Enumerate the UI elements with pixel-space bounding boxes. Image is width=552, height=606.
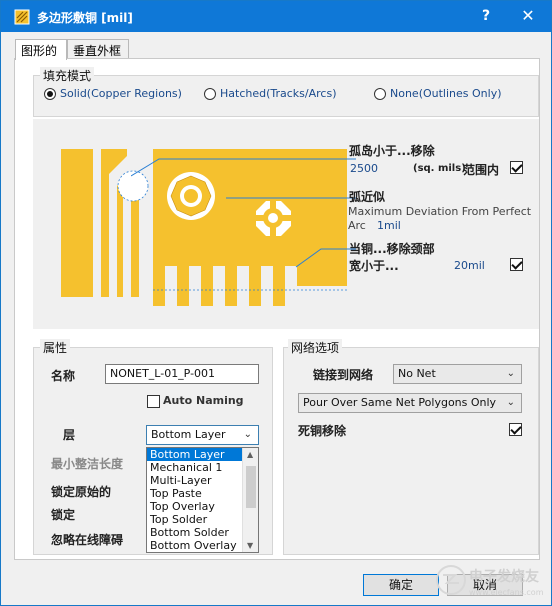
- connect-to-net-label: 链接到网络: [313, 368, 374, 382]
- radio-dot-selected[interactable]: [44, 87, 56, 100]
- neck-label-line2: 宽小于...: [349, 259, 399, 273]
- auto-naming-label: Auto Naming: [163, 394, 244, 407]
- callout-island: [131, 158, 356, 177]
- polygon-pour-dialog: 多边形敷铜 [mil] ? ✕ 图形的 垂直外框 填充模式 Solid(Copp…: [0, 0, 552, 606]
- islands-area-value[interactable]: 2500: [350, 162, 378, 175]
- polygon-name-field[interactable]: NONET_L-01_P-001: [105, 364, 259, 384]
- arc-label: 弧近似: [349, 190, 386, 204]
- scroll-down-icon[interactable]: ▼: [247, 541, 253, 550]
- copper-left-block: [61, 149, 93, 297]
- pour-over-select-value: Pour Over Same Net Polygons Only: [303, 396, 497, 409]
- ok-button[interactable]: 确定: [363, 574, 439, 596]
- radio-dot[interactable]: [374, 87, 386, 100]
- radio-hatched-label: Hatched(Tracks/Arcs): [220, 87, 337, 100]
- title-bar[interactable]: 多边形敷铜 [mil] ? ✕: [1, 1, 551, 32]
- tab-vertices[interactable]: 垂直外框: [67, 39, 129, 59]
- elecfans-watermark: 电子发烧友 www.elecfans.com: [436, 565, 544, 597]
- islands-scope-checkbox[interactable]: [510, 161, 523, 174]
- scroll-up-icon[interactable]: ▲: [247, 450, 253, 459]
- dropdown-scrollbar[interactable]: ▲ ▼: [242, 448, 258, 552]
- radio-solid[interactable]: Solid(Copper Regions): [44, 87, 182, 100]
- tab-graphics[interactable]: 图形的: [15, 39, 67, 60]
- neck-width-value[interactable]: 20mil: [454, 259, 485, 272]
- callout-neck: [295, 248, 356, 268]
- net-select[interactable]: No Net ⌄: [393, 364, 522, 384]
- radio-none-label: None(Outlines Only): [390, 87, 502, 100]
- copper-track: [101, 149, 127, 297]
- pour-over-select[interactable]: Pour Over Same Net Polygons Only ⌄: [298, 393, 522, 413]
- fill-mode-title: 填充模式: [40, 67, 95, 84]
- radio-dot[interactable]: [204, 87, 216, 100]
- ignore-obstacles-label: 忽略在线障碍: [51, 533, 124, 547]
- islands-scope-label: 范围内: [463, 163, 500, 177]
- remove-dead-copper-label: 死铜移除: [298, 424, 347, 438]
- properties-title: 属性: [40, 339, 71, 356]
- layer-dropdown-list[interactable]: Bottom Layer Mechanical 1 Multi-Layer To…: [146, 447, 259, 553]
- islands-label: 孤岛小于...移除: [349, 144, 435, 158]
- close-button[interactable]: ✕: [519, 6, 537, 25]
- layer-select-value: Bottom Layer: [151, 428, 226, 441]
- watermark-brand: 电子发烧友: [469, 568, 539, 585]
- chevron-down-icon: ⌄: [506, 397, 515, 408]
- watermark-logo-mark: [443, 574, 459, 584]
- neck-removal-checkbox[interactable]: [510, 258, 523, 271]
- arc-deviation-value[interactable]: 1mil: [377, 219, 401, 232]
- radio-solid-label: Solid(Copper Regions): [60, 87, 182, 100]
- callout-lines: [131, 158, 356, 268]
- net-select-value: No Net: [398, 367, 436, 380]
- arc-description-suffix: Arc: [348, 219, 366, 232]
- scrollbar-thumb[interactable]: [246, 466, 256, 508]
- watermark-url: www.elecfans.com: [469, 588, 544, 597]
- layer-label: 层: [63, 428, 76, 442]
- layer-select[interactable]: Bottom Layer ⌄: [146, 425, 259, 445]
- neck-label: 当铜...移除颈部: [349, 242, 435, 256]
- min-prim-length-label: 最小整洁长度: [51, 457, 124, 471]
- locked-label: 锁定: [51, 508, 76, 522]
- islands-unit: (sq. mils): [413, 163, 466, 174]
- help-button[interactable]: ?: [479, 8, 493, 24]
- remove-dead-copper-checkbox[interactable]: [509, 423, 522, 436]
- chevron-down-icon: ⌄: [243, 429, 252, 440]
- window-title: 多边形敷铜 [mil]: [37, 11, 133, 25]
- net-options-title: 网络选项: [288, 339, 343, 356]
- polygon-pour-icon: [14, 9, 30, 25]
- radio-none[interactable]: None(Outlines Only): [374, 87, 502, 100]
- lock-primitives-label: 锁定原始的: [51, 485, 112, 499]
- name-label: 名称: [51, 369, 76, 383]
- chevron-down-icon: ⌄: [506, 368, 515, 379]
- radio-hatched[interactable]: Hatched(Tracks/Arcs): [204, 87, 336, 100]
- arc-description: Maximum Deviation From Perfect: [348, 205, 532, 218]
- auto-naming-checkbox[interactable]: [147, 395, 160, 408]
